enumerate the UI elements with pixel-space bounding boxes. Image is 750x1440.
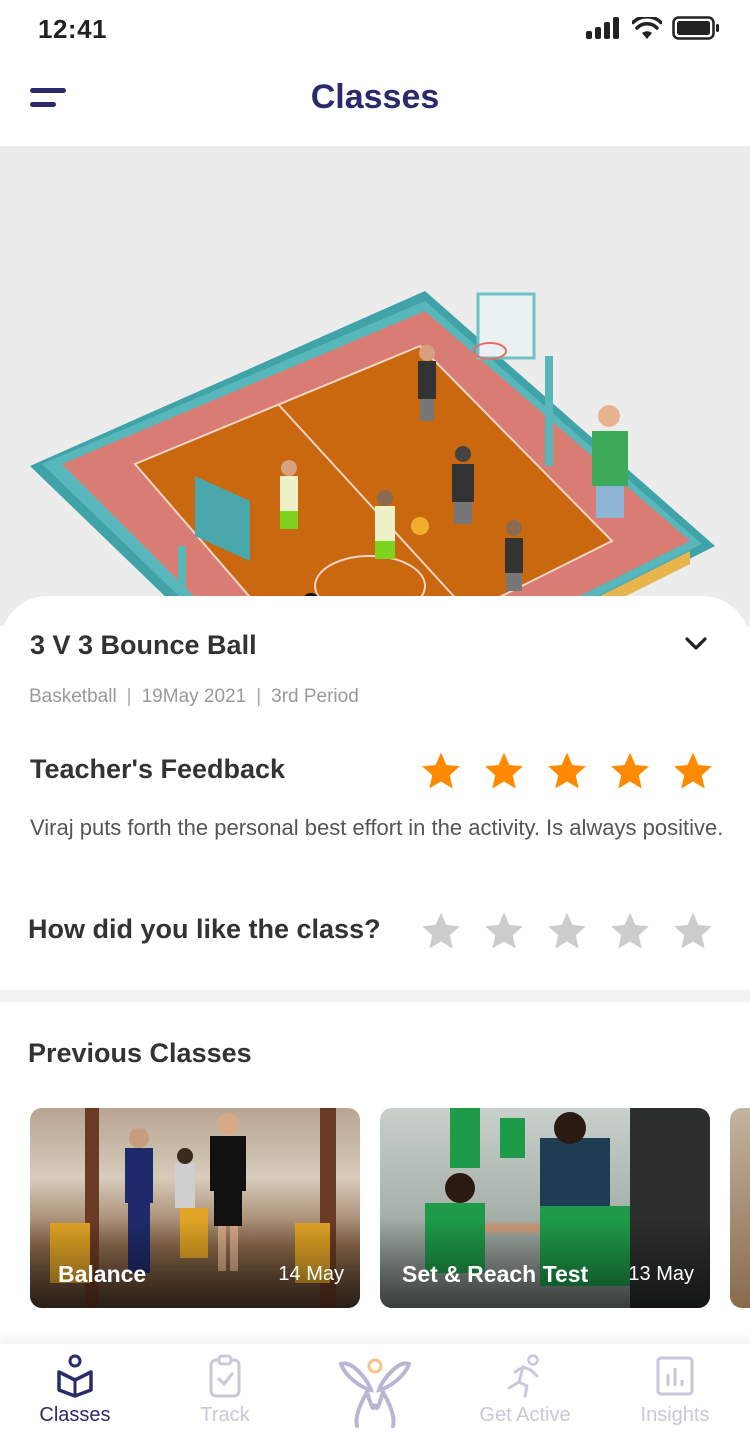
bar-chart-icon	[656, 1356, 694, 1396]
teacher-feedback-text: Viraj puts forth the personal best effor…	[30, 815, 724, 840]
wifi-icon	[632, 17, 662, 39]
class-sport: Basketball	[29, 686, 117, 707]
class-hero-illustration	[0, 146, 750, 626]
star-icon	[611, 752, 649, 789]
teacher-rating-stars	[420, 750, 714, 792]
star-icon[interactable]	[420, 910, 462, 952]
status-time: 12:41	[38, 14, 107, 44]
nav-label: Insights	[640, 1404, 710, 1426]
nav-item-classes[interactable]: Classes	[0, 1344, 150, 1440]
class-period: 3rd Period	[271, 686, 359, 707]
class-date: 19May 2021	[141, 686, 247, 707]
meta-separator: |	[256, 686, 262, 707]
previous-class-card-partial[interactable]	[730, 1108, 750, 1308]
class-title: 3 V 3 Bounce Ball	[30, 630, 257, 660]
star-icon	[422, 752, 460, 789]
book-reader-icon	[57, 1354, 93, 1398]
previous-class-card[interactable]: Balance 14 May	[30, 1108, 360, 1308]
cellular-signal-icon	[586, 17, 619, 39]
nav-item-home-logo[interactable]	[300, 1344, 450, 1440]
bottom-navigation: Classes Track Get Active Insights	[0, 1344, 750, 1440]
teacher-feedback-title: Teacher's Feedback	[30, 754, 286, 784]
page-title: Classes	[310, 78, 440, 116]
nav-label: Get Active	[479, 1404, 571, 1426]
nav-item-track[interactable]: Track	[150, 1344, 300, 1440]
running-person-icon	[507, 1354, 539, 1398]
basketball-court-illustration	[30, 291, 715, 626]
student-rating-question: How did you like the class?	[28, 914, 381, 944]
previous-class-name: Set & Reach Test	[402, 1261, 589, 1287]
meta-separator: |	[126, 686, 132, 707]
nav-item-get-active[interactable]: Get Active	[450, 1344, 600, 1440]
class-details-card: 3 V 3 Bounce Ball Basketball | 19May 202…	[0, 596, 750, 990]
previous-class-date: 13 May	[628, 1263, 694, 1285]
status-bar: 12:41	[0, 0, 750, 60]
chevron-down-icon[interactable]	[684, 634, 708, 654]
star-icon	[674, 752, 712, 789]
app-header: Classes	[0, 60, 750, 146]
nav-item-insights[interactable]: Insights	[600, 1344, 750, 1440]
star-icon	[485, 752, 523, 789]
app-logo-icon	[338, 1358, 412, 1428]
section-divider	[0, 990, 750, 1002]
star-icon[interactable]	[672, 910, 714, 952]
previous-class-card[interactable]: Set & Reach Test 13 May	[380, 1108, 710, 1308]
status-icons	[586, 16, 720, 40]
previous-class-name: Balance	[58, 1261, 147, 1287]
star-icon	[548, 752, 586, 789]
nav-label: Classes	[39, 1404, 111, 1426]
nav-label: Track	[200, 1404, 250, 1426]
star-icon[interactable]	[546, 910, 588, 952]
class-meta: Basketball | 19May 2021 | 3rd Period	[29, 686, 359, 708]
previous-classes-title: Previous Classes	[28, 1038, 252, 1068]
previous-class-date: 14 May	[278, 1263, 344, 1285]
battery-icon	[672, 16, 719, 40]
star-icon[interactable]	[483, 910, 525, 952]
previous-classes-carousel[interactable]: Balance 14 May Set & Reach Test 13 May	[30, 1108, 750, 1308]
student-rating-stars[interactable]	[420, 910, 714, 952]
star-icon[interactable]	[609, 910, 651, 952]
clipboard-check-icon	[209, 1354, 241, 1398]
